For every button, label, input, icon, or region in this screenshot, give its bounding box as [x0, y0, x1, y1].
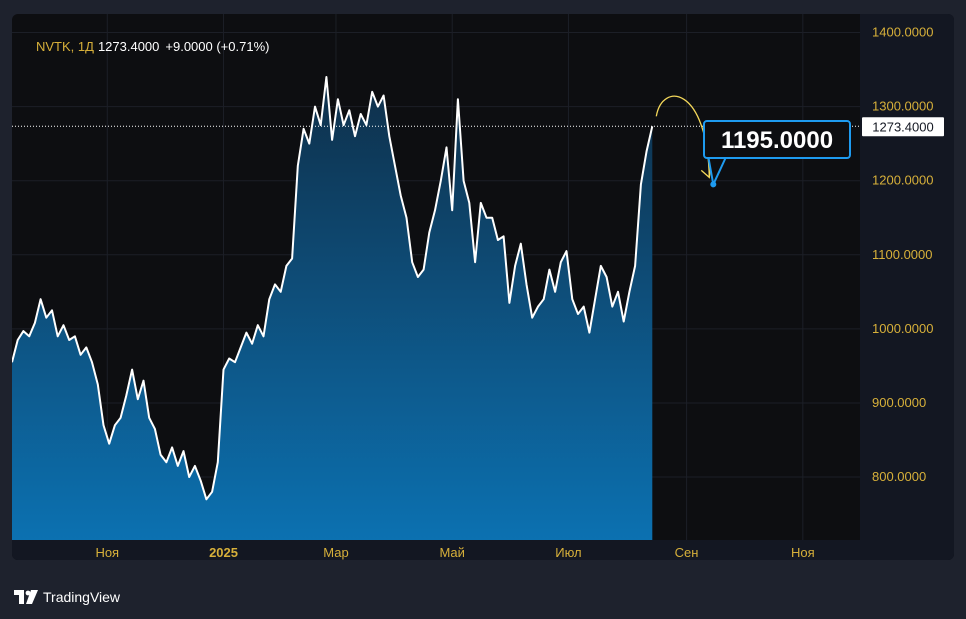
change-value: +9.0000 (+0.71%) — [165, 39, 270, 54]
target-price-label: 1195.0000 — [721, 127, 833, 154]
price-target-callout[interactable]: 1195.0000 — [703, 120, 851, 188]
x-tick-label: Июл — [555, 545, 581, 560]
y-tick-label: 1400.0000 — [872, 25, 933, 40]
x-tick-label: Сен — [675, 545, 699, 560]
y-tick-label: 1200.0000 — [872, 173, 933, 188]
y-tick-label: 1300.0000 — [872, 99, 933, 114]
target-point-marker — [710, 181, 717, 188]
x-tick-label: Ноя — [791, 545, 815, 560]
price-area-fill — [12, 77, 653, 540]
x-tick-label: Мар — [323, 545, 348, 560]
tradingview-brand[interactable]: TradingView — [14, 589, 120, 605]
last-value: 1273.4000 — [97, 39, 160, 54]
symbol-label[interactable]: NVTK, 1Д — [36, 39, 94, 54]
last-price-label: 1273.4000 — [872, 119, 933, 134]
time-axis-panel — [12, 540, 860, 560]
x-tick-label: 2025 — [209, 545, 238, 560]
symbol-legend: NVTK, 1Д 1273.4000 +9.0000 (+0.71%) — [36, 39, 269, 54]
y-tick-label: 800.0000 — [872, 469, 926, 484]
brand-name: TradingView — [43, 589, 121, 605]
chart-frame[interactable]: 1195.0000 800.0000 900.0000 1000.0000 1100.… — [12, 14, 954, 560]
x-tick-label: Ноя — [95, 545, 119, 560]
tradingview-logo-icon — [14, 590, 38, 604]
y-tick-label: 1000.0000 — [872, 321, 933, 336]
forecast-arrow[interactable] — [655, 95, 710, 178]
y-tick-label: 1100.0000 — [872, 247, 933, 262]
last-price-tag: 1273.4000 — [862, 117, 944, 137]
price-chart[interactable]: 1195.0000 800.0000 900.0000 1000.0000 1100.… — [12, 14, 954, 560]
x-tick-label: Май — [439, 545, 464, 560]
y-tick-label: 900.0000 — [872, 395, 926, 410]
